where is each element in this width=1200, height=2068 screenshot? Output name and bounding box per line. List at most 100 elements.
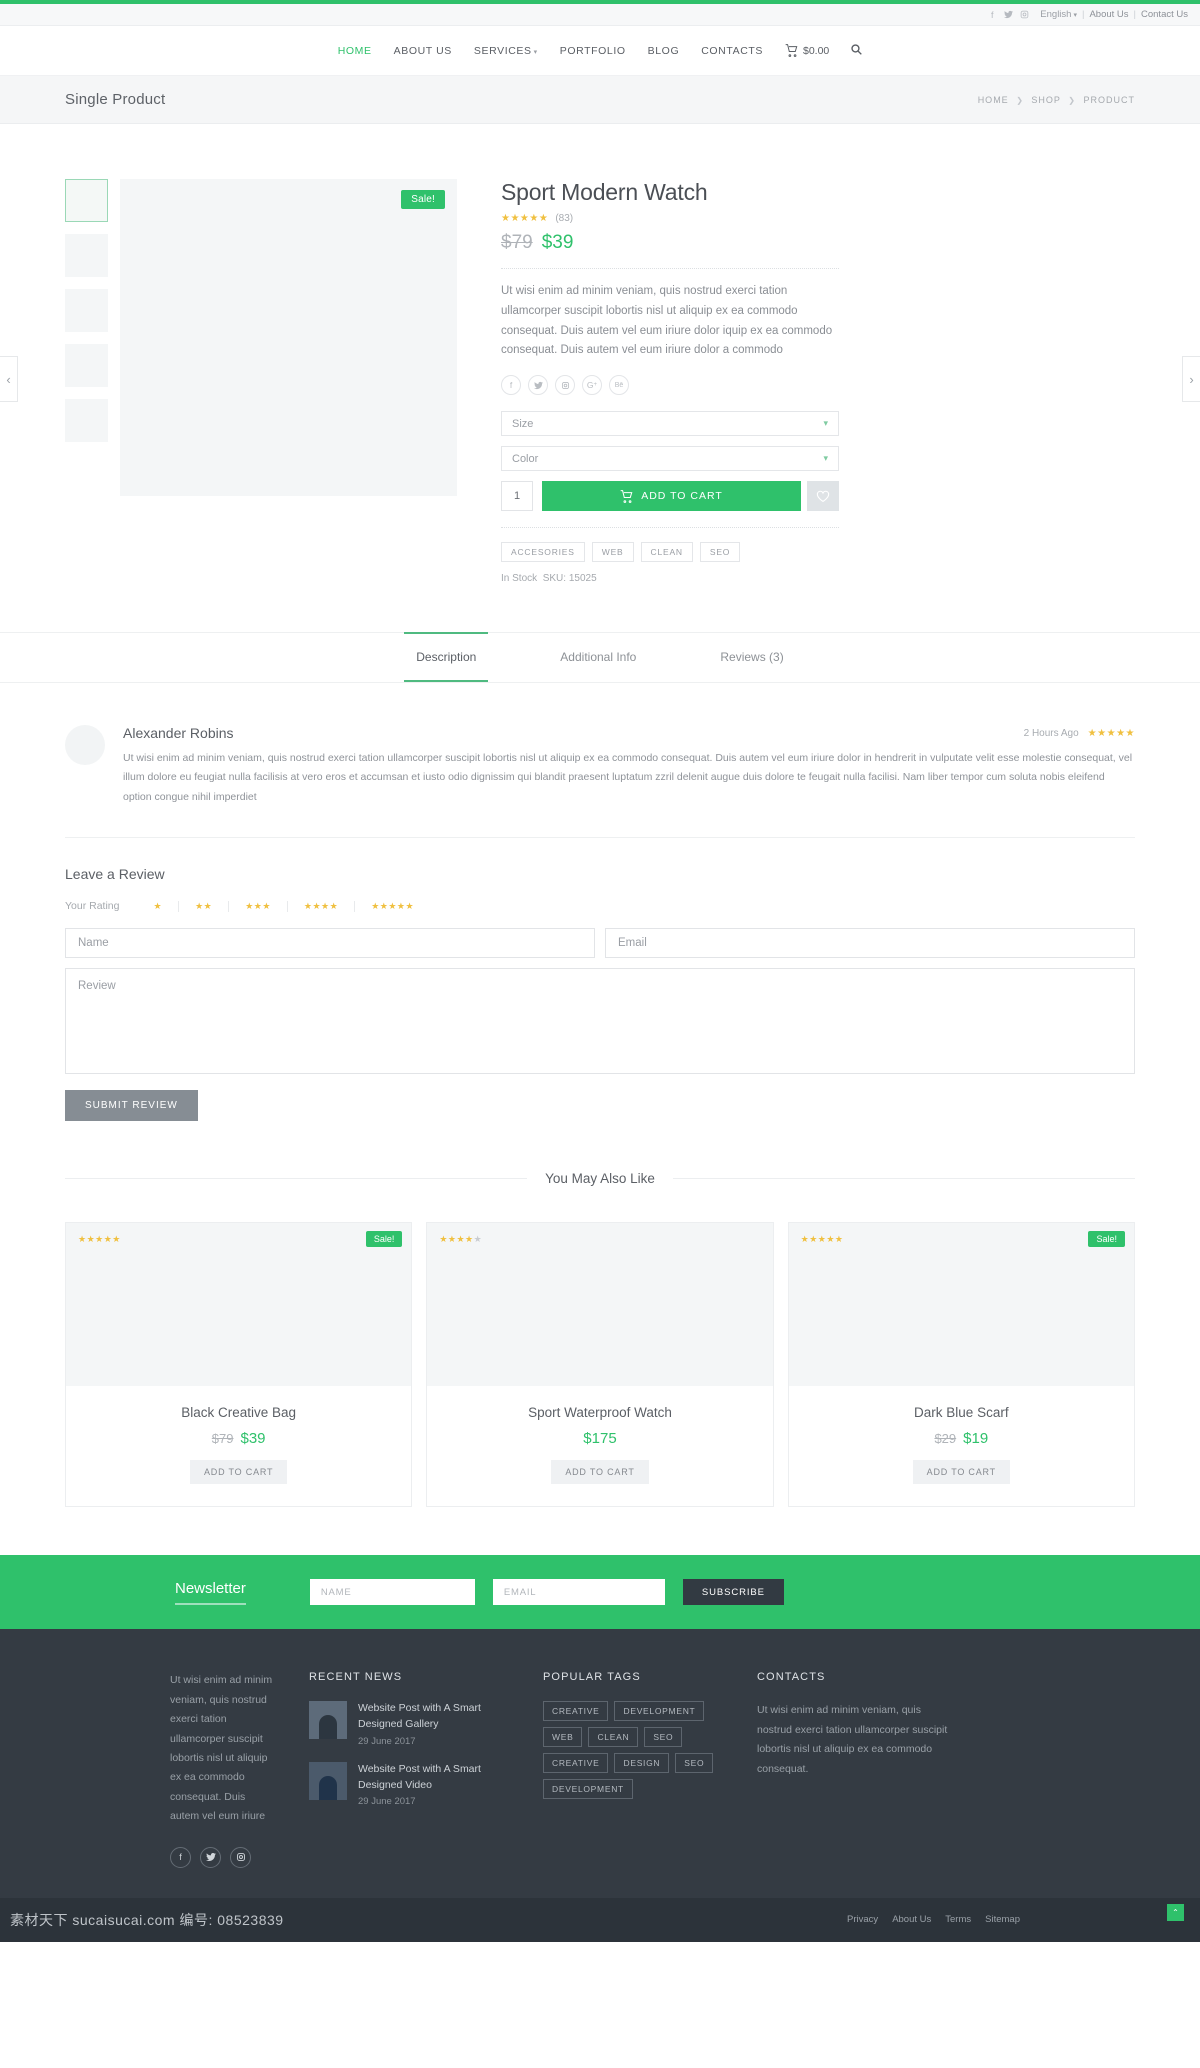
instagram-icon[interactable] (555, 375, 575, 396)
footer-contacts-heading: CONTACTS (757, 1671, 826, 1684)
add-to-cart-button[interactable]: ADD TO CART (190, 1460, 288, 1485)
thumbnail-5[interactable] (65, 399, 108, 442)
nav-item-portfolio[interactable]: PORTFOLIO (560, 45, 626, 57)
prev-product-arrow[interactable]: ‹ (0, 356, 18, 402)
tab-description[interactable]: Description (404, 632, 489, 683)
breadcrumb-shop[interactable]: SHOP (1031, 95, 1060, 105)
price-old: $79 (501, 232, 533, 253)
size-select[interactable]: Size ▾ (501, 411, 839, 437)
footer-tag[interactable]: SEO (675, 1753, 714, 1774)
footer-tag[interactable]: DESIGN (614, 1753, 670, 1774)
submit-review-button[interactable]: SUBMIT REVIEW (65, 1090, 198, 1122)
thumbnail-3[interactable] (65, 289, 108, 332)
thumbnail-1[interactable] (65, 179, 108, 222)
footer-tags-list: CREATIVE DEVELOPMENT WEB CLEAN SEO CREAT… (543, 1701, 723, 1800)
nav-item-about-us[interactable]: ABOUT US (394, 45, 452, 57)
next-product-arrow[interactable]: › (1182, 356, 1200, 402)
add-to-cart-button[interactable]: ADD TO CART (912, 1460, 1010, 1485)
news-title[interactable]: Website Post with A Smart Designed Galle… (358, 1701, 509, 1733)
product-card-title[interactable]: Dark Blue Scarf (799, 1405, 1124, 1420)
product-card-title[interactable]: Sport Waterproof Watch (437, 1405, 762, 1420)
subscribe-button[interactable]: SUBSCRIBE (682, 1579, 784, 1606)
name-input[interactable]: Name (65, 928, 595, 959)
twitter-icon[interactable] (200, 1846, 221, 1868)
nav-item-blog[interactable]: BLOG (648, 45, 680, 57)
tag-clean[interactable]: CLEAN (640, 542, 693, 563)
tab-additional-info[interactable]: Additional Info (548, 632, 648, 682)
chevron-down-icon: ▾ (823, 418, 828, 429)
quantity-input[interactable]: 1 (501, 481, 533, 512)
tag-accesories[interactable]: ACCESORIES (501, 542, 585, 563)
language-selector[interactable]: English ▾ (1040, 9, 1077, 20)
add-to-cart-button[interactable]: ADD TO CART (542, 481, 801, 512)
facebook-icon[interactable]: f (170, 1846, 191, 1868)
add-to-cart-button[interactable]: ADD TO CART (551, 1460, 649, 1485)
cart-button[interactable]: $0.00 (785, 44, 829, 57)
product-card-title[interactable]: Black Creative Bag (76, 1405, 401, 1420)
newsletter-name-input[interactable]: NAME (309, 1579, 475, 1606)
price-old: $29 (934, 1431, 957, 1447)
rating-option-1[interactable]: ★ (137, 900, 180, 912)
footer-tag[interactable]: DEVELOPMENT (543, 1779, 633, 1800)
nav-item-services[interactable]: SERVICES ▾ (474, 45, 538, 57)
bottom-link-about-us[interactable]: About Us (892, 1914, 931, 1925)
facebook-icon[interactable]: f (501, 375, 521, 396)
footer-tag[interactable]: CREATIVE (543, 1701, 609, 1722)
rating-option-3[interactable]: ★★★ (229, 900, 288, 912)
footer-tag[interactable]: WEB (543, 1727, 583, 1748)
nav-item-home[interactable]: HOME (338, 45, 372, 57)
product-card[interactable]: ★★★★★ Sale! Black Creative Bag $79 $39 A… (65, 1222, 413, 1508)
twitter-icon[interactable] (528, 375, 548, 396)
instagram-icon[interactable] (230, 1846, 251, 1868)
product-card-image[interactable]: ★★★★★ Sale! (66, 1223, 412, 1387)
product-card-image[interactable]: ★★★★★ (427, 1223, 773, 1387)
product-prices: $79 $39 (501, 232, 839, 268)
topbar-link-about[interactable]: About Us (1089, 9, 1128, 20)
thumbnail-4[interactable] (65, 344, 108, 387)
search-button[interactable] (851, 43, 863, 58)
footer-tag[interactable]: CLEAN (588, 1727, 639, 1748)
wishlist-button[interactable] (807, 481, 839, 512)
product-card-prices: $175 (437, 1430, 762, 1447)
product-card-image[interactable]: ★★★★★ Sale! (788, 1223, 1134, 1387)
behance-icon[interactable]: Bē (609, 375, 629, 396)
divider (65, 1178, 528, 1180)
google-plus-icon[interactable]: G + (582, 375, 602, 396)
scroll-to-top-button[interactable]: ⌃ (1167, 1903, 1184, 1921)
email-input[interactable]: Email (605, 928, 1135, 959)
news-item[interactable]: Website Post with A Smart Designed Galle… (309, 1701, 509, 1747)
rating-option-5[interactable]: ★★★★★ (355, 901, 430, 912)
instagram-icon[interactable] (1016, 8, 1032, 22)
nav-item-contacts[interactable]: CONTACTS (701, 45, 763, 57)
newsletter-email-input[interactable]: EMAIL (492, 1579, 665, 1606)
footer-tag[interactable]: SEO (644, 1727, 683, 1748)
footer-tag[interactable]: CREATIVE (543, 1753, 609, 1774)
search-icon (851, 44, 863, 55)
breadcrumb-home[interactable]: HOME (978, 95, 1009, 105)
tag-seo[interactable]: SEO (699, 542, 741, 563)
color-select[interactable]: Color ▾ (501, 446, 839, 472)
rating-option-4[interactable]: ★★★★ (288, 900, 356, 912)
breadcrumb-product: PRODUCT (1083, 94, 1135, 105)
chevron-down-icon: ▾ (533, 48, 538, 56)
rating-option-2[interactable]: ★★ (179, 900, 230, 912)
topbar-link-contact[interactable]: Contact Us (1141, 9, 1188, 20)
news-text: Website Post with A Smart Designed Video… (358, 1762, 509, 1808)
bottom-link-terms[interactable]: Terms (945, 1914, 971, 1925)
tag-web[interactable]: WEB (591, 542, 634, 563)
product-card[interactable]: ★★★★★ Sale! Dark Blue Scarf $29 $19 ADD … (787, 1222, 1135, 1508)
product-card[interactable]: ★★★★★ Sport Waterproof Watch $175 ADD TO… (426, 1222, 774, 1508)
tab-reviews[interactable]: Reviews (3) (708, 632, 795, 682)
twitter-icon[interactable] (1000, 8, 1016, 22)
facebook-icon[interactable]: f (984, 8, 1000, 22)
footer-contacts-text: Ut wisi enim ad minim veniam, quis nostr… (757, 1704, 948, 1775)
product-main-image[interactable]: Sale! (120, 179, 457, 496)
bottom-link-privacy[interactable]: Privacy (847, 1914, 878, 1925)
news-title[interactable]: Website Post with A Smart Designed Video (358, 1762, 509, 1794)
thumbnail-2[interactable] (65, 234, 108, 277)
footer-tag[interactable]: DEVELOPMENT (614, 1701, 705, 1722)
bottom-link-sitemap[interactable]: Sitemap (985, 1914, 1020, 1925)
news-item[interactable]: Website Post with A Smart Designed Video… (309, 1761, 509, 1808)
footer-tags-heading: POPULAR TAGS (543, 1671, 641, 1684)
review-textarea[interactable]: Review (65, 968, 1135, 1075)
